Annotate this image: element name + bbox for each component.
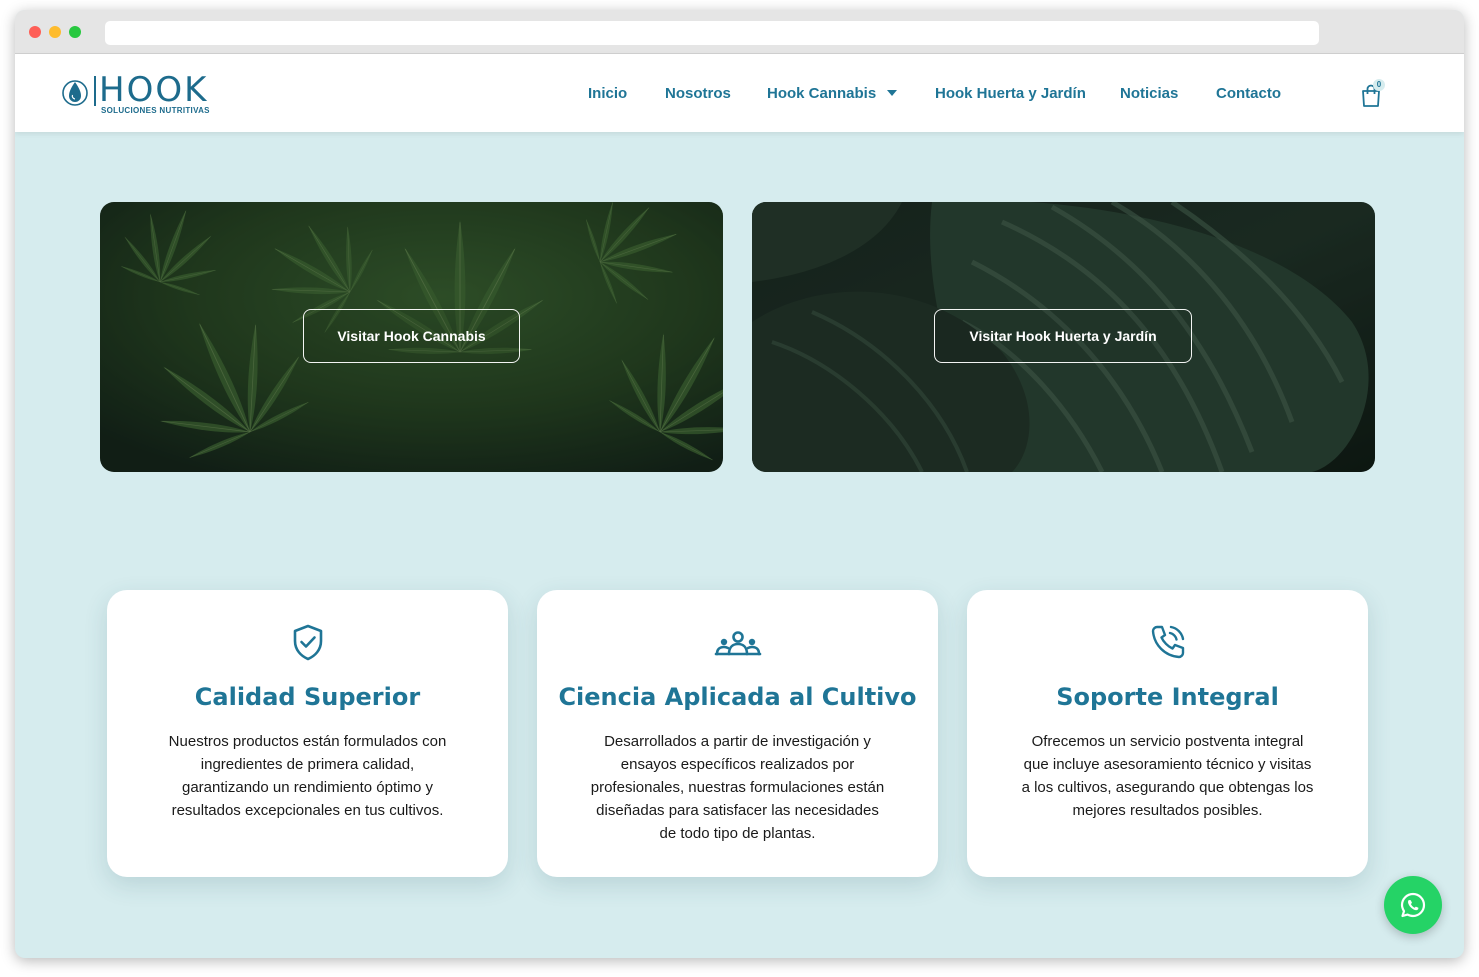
shield-check-icon: [293, 624, 322, 661]
nav-item-noticias[interactable]: Noticias: [1120, 85, 1178, 103]
nav-item-nosotros[interactable]: Nosotros: [665, 85, 731, 103]
whatsapp-icon: [1400, 892, 1426, 918]
feature-description-line: a los cultivos, asegurando que obtengas …: [1021, 779, 1314, 796]
nav-item-hook-cannabis[interactable]: Hook Cannabis: [767, 85, 898, 103]
feature-description-line: diseñadas para satisfacer las necesidade…: [596, 802, 879, 819]
whatsapp-button[interactable]: [1384, 876, 1442, 934]
banner-hook-cannabis[interactable]: Visitar Hook Cannabis: [100, 202, 723, 472]
caret-down-icon: [887, 90, 898, 97]
users-group-icon: [714, 631, 761, 656]
minimize-window-button[interactable]: [49, 26, 61, 38]
cart-count-badge: 0: [1373, 79, 1385, 91]
nav-item-contacto[interactable]: Contacto: [1216, 85, 1281, 103]
feature-description-line: Desarrollados a partir de investigación …: [604, 733, 871, 750]
feature-description-line: garantizando un rendimiento óptimo y: [182, 779, 433, 796]
browser-window: HOOK SOLUCIONES NUTRITIVAS Inicio Nosotr…: [15, 10, 1464, 958]
feature-card-calidad: Calidad Superior Nuestros productos está…: [107, 590, 508, 877]
visit-hook-huerta-jardin-button[interactable]: Visitar Hook Huerta y Jardín: [934, 309, 1192, 363]
feature-description-line: Nuestros productos están formulados con: [168, 733, 447, 750]
maximize-window-button[interactable]: [69, 26, 81, 38]
logo-tagline: SOLUCIONES NUTRITIVAS: [101, 106, 210, 115]
nav-item-hook-huerta-jardin[interactable]: Hook Huerta y Jardín: [935, 85, 1086, 103]
feature-title: Calidad Superior: [194, 683, 421, 711]
feature-description-line: ingredientes de primera calidad,: [200, 756, 415, 773]
phone-call-icon: [1151, 625, 1184, 659]
main-nav: Inicio Nosotros Hook Cannabis Hook Huert…: [15, 85, 1464, 105]
feature-description-line: ensayos específicos realizados por: [620, 756, 855, 773]
close-window-button[interactable]: [29, 26, 41, 38]
feature-description-line: profesionales, nuestras formulaciones es…: [590, 779, 885, 796]
cart-button[interactable]: 0: [1359, 79, 1385, 109]
feature-description: Nuestros productos están formulados con …: [169, 730, 447, 822]
browser-chrome: [15, 10, 1464, 54]
feature-description-line: de todo tipo de plantas.: [659, 825, 816, 842]
feature-card-ciencia: Ciencia Aplicada al Cultivo Desarrollado…: [537, 590, 938, 877]
feature-card-soporte: Soporte Integral Ofrecemos un servicio p…: [967, 590, 1368, 877]
feature-title: Ciencia Aplicada al Cultivo: [558, 683, 917, 711]
feature-description: Ofrecemos un servicio postventa integral…: [1022, 730, 1314, 822]
feature-title: Soporte Integral: [1056, 683, 1279, 711]
feature-description-line: que incluye asesoramiento técnico y visi…: [1023, 756, 1312, 773]
banner-hook-huerta-jardin[interactable]: Visitar Hook Huerta y Jardín: [752, 202, 1375, 472]
nav-item-inicio[interactable]: Inicio: [588, 85, 627, 103]
address-bar[interactable]: [105, 21, 1319, 45]
visit-hook-cannabis-button[interactable]: Visitar Hook Cannabis: [303, 309, 520, 363]
site-header: HOOK SOLUCIONES NUTRITIVAS Inicio Nosotr…: [15, 54, 1464, 132]
feature-description-line: resultados excepcionales en tus cultivos…: [171, 802, 444, 819]
feature-description: Desarrollados a partir de investigación …: [591, 730, 885, 845]
feature-description-line: mejores resultados posibles.: [1072, 802, 1263, 819]
feature-description-line: Ofrecemos un servicio postventa integral: [1031, 733, 1304, 750]
nav-item-hook-cannabis-label: Hook Cannabis: [767, 85, 877, 102]
